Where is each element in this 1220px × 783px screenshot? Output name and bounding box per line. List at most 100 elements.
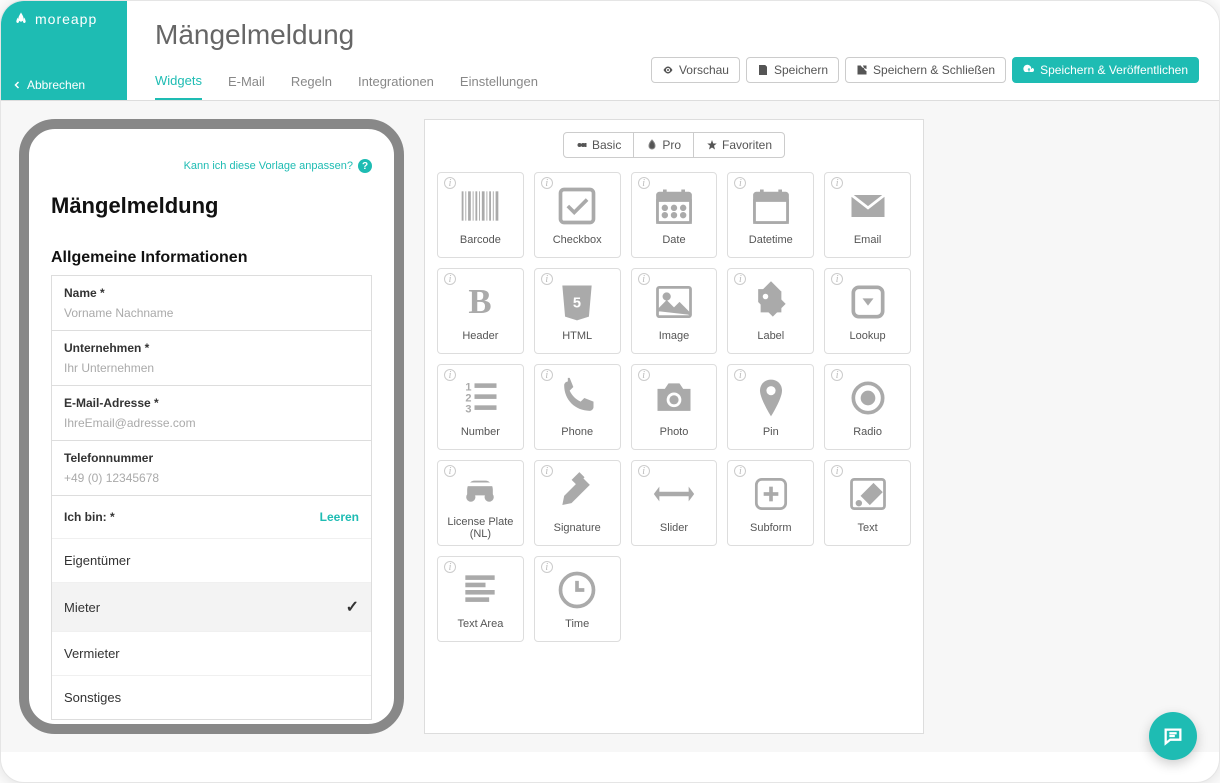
info-icon[interactable]: i [444,369,456,381]
svg-text:3: 3 [466,404,472,416]
svg-text:B: B [469,282,492,321]
widget-label: Date [662,234,685,246]
info-icon[interactable]: i [444,561,456,573]
datetime-icon [749,184,793,228]
license-plate-nl--icon [458,466,502,510]
info-icon[interactable]: i [638,273,650,285]
info-icon[interactable]: i [541,369,553,381]
widget-photo[interactable]: iPhoto [631,364,718,450]
info-icon[interactable]: i [444,177,456,189]
info-icon[interactable]: i [444,465,456,477]
info-icon[interactable]: i [831,369,843,381]
help-link[interactable]: Kann ich diese Vorlage anpassen? ? [51,159,372,173]
pin-icon [749,376,793,420]
tab-integrationen[interactable]: Integrationen [358,64,434,99]
info-icon[interactable]: i [734,273,746,285]
widget-label: Number [461,426,500,438]
radio-icon [846,376,890,420]
info-icon[interactable]: i [734,465,746,477]
widget-subform[interactable]: iSubform [727,460,814,546]
widget-checkbox[interactable]: iCheckbox [534,172,621,258]
widget-barcode[interactable]: iBarcode [437,172,524,258]
email-icon [846,184,890,228]
widget-label: Text Area [457,618,503,630]
info-icon[interactable]: i [444,273,456,285]
date-icon [652,184,696,228]
info-icon[interactable]: i [638,177,650,189]
info-icon[interactable]: i [831,273,843,285]
widget-label: Phone [561,426,593,438]
field-name[interactable]: Name * Vorname Nachname [51,275,372,330]
clear-button[interactable]: Leeren [320,510,359,524]
tab-email[interactable]: E-Mail [228,64,265,99]
widget-slider[interactable]: iSlider [631,460,718,546]
tab-widgets[interactable]: Widgets [155,63,202,100]
widget-label: Image [659,330,690,342]
widget-label: HTML [562,330,592,342]
radio-option-mieter[interactable]: Mieter ✓ [52,582,371,631]
widget-license-plate-nl-[interactable]: iLicense Plate (NL) [437,460,524,546]
preview-button[interactable]: Vorschau [651,57,740,83]
widget-phone[interactable]: i Phone [534,364,621,450]
save-close-button[interactable]: Speichern & Schließen [845,57,1006,83]
info-icon[interactable]: i [541,465,553,477]
widget-label: Time [565,618,589,630]
info-icon[interactable]: i [541,273,553,285]
text-area-icon [458,568,502,612]
info-icon[interactable]: i [734,369,746,381]
time-icon [555,568,599,612]
radio-option-vermieter[interactable]: Vermieter [52,631,371,675]
info-icon[interactable]: i [541,561,553,573]
info-icon[interactable]: i [734,177,746,189]
widget-label: Header [462,330,498,342]
info-icon[interactable]: i [638,465,650,477]
widget-email[interactable]: i Email [824,172,911,258]
info-icon[interactable]: i [541,177,553,189]
widget-header[interactable]: i B Header [437,268,524,354]
info-icon[interactable]: i [831,465,843,477]
widget-tab-basic[interactable]: Basic [563,132,634,158]
widget-signature[interactable]: i Signature [534,460,621,546]
save-button[interactable]: Speichern [746,57,839,83]
device-preview: Kann ich diese Vorlage anpassen? ? Mänge… [19,119,404,734]
radio-label: Ich bin: * [64,510,115,524]
widget-lookup[interactable]: iLookup [824,268,911,354]
widget-text-area[interactable]: i Text Area [437,556,524,642]
widget-label: Datetime [749,234,793,246]
field-email[interactable]: E-Mail-Adresse * IhreEmail@adresse.com [51,385,372,440]
widget-tab-pro[interactable]: Pro [634,132,693,158]
widget-date[interactable]: i Date [631,172,718,258]
widget-label[interactable]: iLabel [727,268,814,354]
field-telefon[interactable]: Telefonnummer +49 (0) 12345678 [51,440,372,496]
widget-number[interactable]: i123Number [437,364,524,450]
tab-einstellungen[interactable]: Einstellungen [460,64,538,99]
check-icon: ✓ [346,597,359,617]
widget-label: Email [854,234,882,246]
widget-image[interactable]: i Image [631,268,718,354]
subform-icon [749,472,793,516]
chat-button[interactable] [1149,712,1197,760]
info-icon[interactable]: i [831,177,843,189]
widget-radio[interactable]: i Radio [824,364,911,450]
widget-text[interactable]: iText [824,460,911,546]
widget-time[interactable]: i Time [534,556,621,642]
radio-option-sonstiges[interactable]: Sonstiges [52,675,371,719]
radio-option-eigentuemer[interactable]: Eigentümer [52,538,371,582]
image-icon [652,280,696,324]
widget-tab-favoriten[interactable]: Favoriten [693,132,785,158]
label-icon [749,280,793,324]
brand-logo: moreapp [1,1,127,37]
widget-label: Radio [853,426,882,438]
widget-pin[interactable]: iPin [727,364,814,450]
svg-text:5: 5 [573,296,581,312]
widget-label: Signature [554,522,601,534]
widget-datetime[interactable]: i Datetime [727,172,814,258]
tab-regeln[interactable]: Regeln [291,64,332,99]
cancel-button[interactable]: Abbrechen [1,70,127,100]
widget-html[interactable]: i 5 HTML [534,268,621,354]
field-unternehmen[interactable]: Unternehmen * Ihr Unternehmen [51,330,372,385]
info-icon[interactable]: i [638,369,650,381]
photo-icon [652,376,696,420]
section-title: Allgemeine Informationen [51,249,372,267]
save-publish-button[interactable]: Speichern & Veröffentlichen [1012,57,1199,83]
